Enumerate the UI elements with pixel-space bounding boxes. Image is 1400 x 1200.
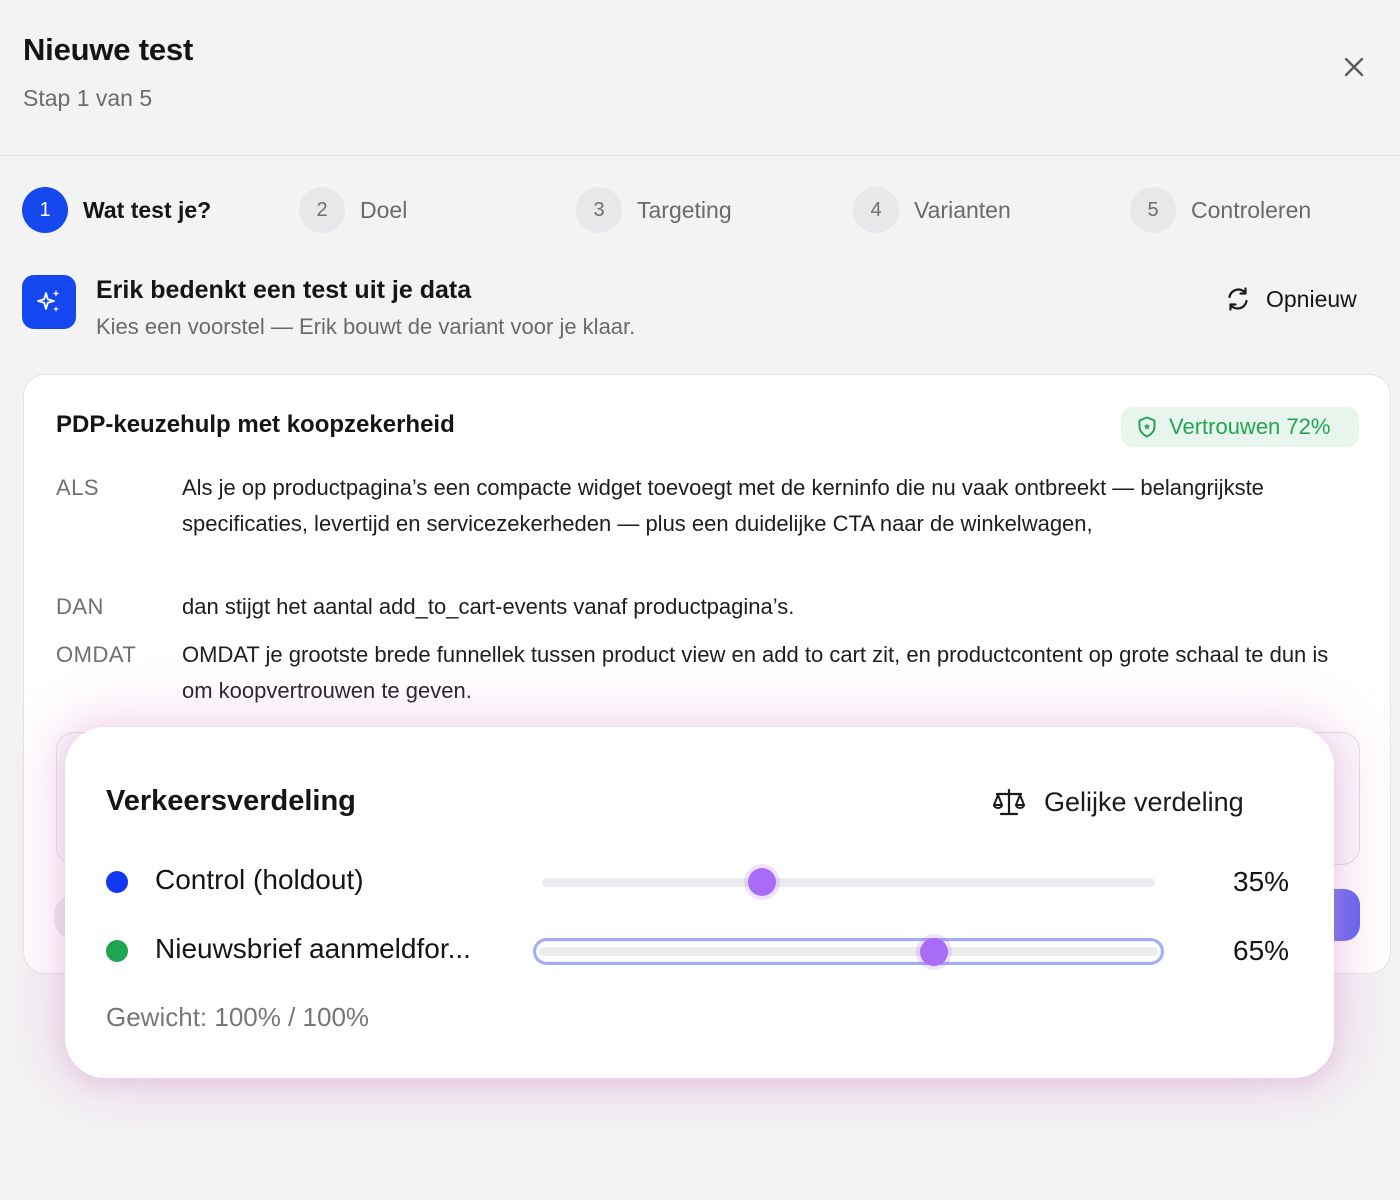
slider-thumb[interactable] [748,868,776,896]
ai-banner-title: Erik bedenkt een test uit je data [96,276,472,304]
traffic-split-panel: Verkeersverdeling Gelijke verdeling Cont… [65,727,1334,1078]
split-row-control: Control (holdout) 35% [65,862,1334,902]
step-2[interactable]: 2 Doel [299,186,407,234]
variant-color-dot [106,871,128,893]
balance-scale-icon [993,788,1025,816]
step-number: 1 [22,187,68,233]
sparkles-icon [22,275,76,329]
step-3[interactable]: 3 Targeting [576,186,732,234]
step-5[interactable]: 5 Controleren [1130,186,1311,234]
step-number: 3 [576,187,622,233]
slider-thumb[interactable] [920,938,948,966]
split-row-variant: Nieuwsbrief aanmeldfor... 65% [65,931,1334,971]
dialog-step-indicator: Stap 1 van 5 [23,85,153,111]
close-button[interactable] [1334,47,1374,87]
step-label: Wat test je? [83,196,212,223]
hypothesis-key-als: ALS [56,475,100,500]
hypothesis-key-omdat: OMDAT [56,642,137,667]
hypothesis-text-dan: dan stijgt het aantal add_to_cart-events… [182,594,795,619]
equal-split-button[interactable]: Gelijke verdeling [992,783,1244,821]
proposal-title: PDP-keuzehulp met koopzekerheid [56,411,455,438]
step-label: Doel [360,196,408,223]
variant-color-dot [106,940,128,962]
step-number: 2 [299,187,345,233]
wizard-stepper: 1 Wat test je? 2 Doel 3 Targeting 4 Vari… [0,186,1400,234]
ai-banner-subtitle: Kies een voorstel — Erik bouwt de varian… [96,314,636,339]
retry-label: Opnieuw [1266,285,1357,312]
variant-percent: 35% [1233,866,1290,897]
dialog-title: Nieuwe test [23,32,194,67]
variant-percent: 65% [1233,935,1290,966]
step-label: Varianten [914,196,1011,223]
retry-button[interactable]: Opnieuw [1224,282,1357,316]
step-number: 4 [853,187,899,233]
confidence-label: Vertrouwen 72% [1169,414,1331,439]
step-1[interactable]: 1 Wat test je? [22,186,211,234]
variant-label: Nieuwsbrief aanmeldfor... [155,933,471,964]
step-label: Controleren [1191,196,1312,223]
equal-split-label: Gelijke verdeling [1044,786,1244,817]
traffic-split-title: Verkeersverdeling [106,785,356,817]
step-number: 5 [1130,187,1176,233]
hypothesis-key-dan: DAN [56,594,104,619]
step-label: Targeting [637,196,732,223]
split-slider-control[interactable] [542,868,1155,896]
hypothesis-text-als: Als je op productpagina’s een compacte w… [182,475,1264,536]
refresh-icon [1228,287,1248,311]
shield-icon [1138,416,1156,438]
weight-summary: Gewicht: 100% / 100% [106,1002,370,1032]
ai-suggestion-banner: Erik bedenkt een test uit je data Kies e… [22,274,1382,344]
split-slider-variant[interactable] [533,938,1164,966]
confidence-badge: Vertrouwen 72% [1121,407,1359,447]
dialog-header: Nieuwe test Stap 1 van 5 [0,0,1400,156]
slider-track [539,947,1158,956]
hypothesis-text-omdat: OMDAT je grootste brede funnellek tussen… [182,642,1329,703]
close-icon [1344,57,1364,77]
step-4[interactable]: 4 Varianten [853,186,1011,234]
variant-label: Control (holdout) [155,864,364,895]
